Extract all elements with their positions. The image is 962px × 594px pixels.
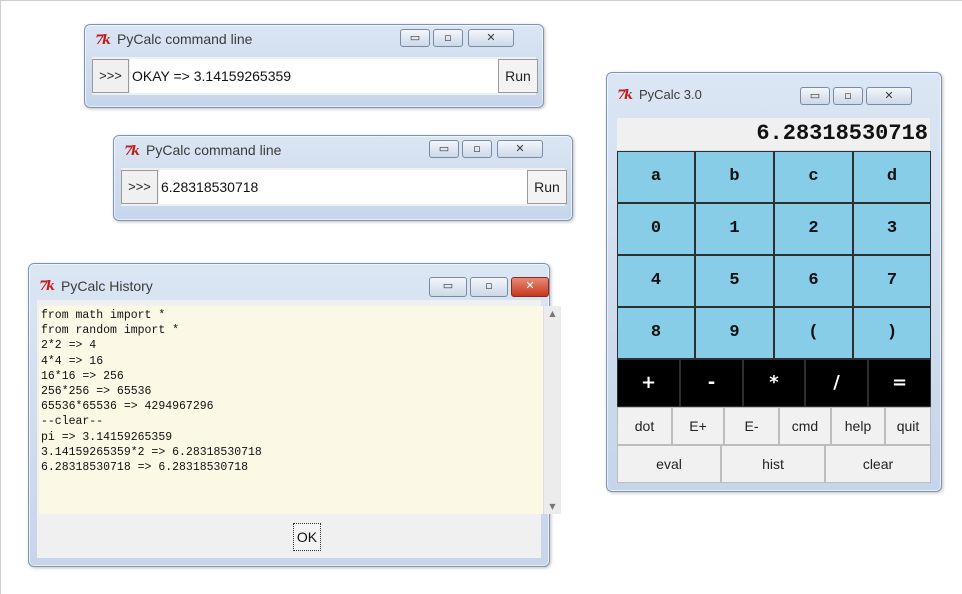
key-dot[interactable]: dot	[617, 407, 672, 445]
history-line: --clear--	[41, 415, 104, 429]
key-eminus[interactable]: E-	[724, 407, 779, 445]
close-button[interactable]: ✕	[511, 277, 549, 297]
key-a[interactable]: a	[617, 151, 695, 203]
calculator-display: 6.28318530718	[617, 118, 930, 150]
scroll-down-icon[interactable]: ▼	[545, 499, 560, 514]
scroll-up-icon[interactable]: ▲	[545, 306, 560, 321]
minimize-button[interactable]: ▭	[800, 87, 830, 105]
key-minus[interactable]: -	[680, 359, 743, 407]
run-button[interactable]: Run	[498, 59, 538, 93]
minimize-button[interactable]: ▭	[429, 140, 459, 158]
titlebar: 7k PyCalc History ▭ ▫ ✕	[29, 264, 549, 297]
key-equals[interactable]: =	[868, 359, 931, 407]
key-1[interactable]: 1	[695, 203, 774, 255]
tk-logo-icon: 7k	[39, 279, 55, 294]
frame-edge-top	[0, 0, 962, 1]
history-window: 7k PyCalc History ▭ ▫ ✕ from math import…	[28, 263, 561, 567]
key-9[interactable]: 9	[695, 307, 774, 359]
command-input[interactable]: 6.28318530718	[159, 170, 527, 204]
prompt-button[interactable]: >>>	[92, 59, 129, 93]
history-line: from random import *	[41, 324, 180, 338]
command-line-body: >>> 6.28318530718 Run	[121, 168, 567, 206]
minimize-button[interactable]: ▭	[400, 29, 430, 47]
close-button[interactable]: ✕	[468, 29, 514, 47]
key-b[interactable]: b	[695, 151, 774, 203]
close-button[interactable]: ✕	[866, 87, 912, 105]
command-line-window-2: 7k PyCalc command line ▭ ▫ ✕ >>> 6.28318…	[113, 135, 573, 221]
history-line: 2*2 => 4	[41, 339, 97, 353]
maximize-button[interactable]: ▫	[470, 277, 508, 297]
key-multiply[interactable]: *	[743, 359, 805, 407]
window-title: PyCalc command line	[117, 31, 253, 47]
history-line: pi => 3.14159265359	[41, 430, 173, 444]
history-line: 6.28318530718 => 6.28318530718	[41, 461, 249, 475]
history-line: 256*256 => 65536	[41, 385, 152, 399]
tk-logo-icon: 7k	[617, 88, 633, 103]
command-input[interactable]: OKAY => 3.14159265359	[130, 59, 498, 93]
key-5[interactable]: 5	[695, 255, 774, 307]
minimize-button[interactable]: ▭	[429, 277, 467, 297]
ok-button[interactable]: OK	[293, 523, 321, 551]
history-line: from math import *	[41, 309, 166, 322]
key-hist[interactable]: hist	[721, 445, 825, 483]
key-plus[interactable]: +	[617, 359, 680, 407]
history-line: 65536*65536 => 4294967296	[41, 400, 214, 414]
titlebar: 7k PyCalc command line ▭ ▫ ✕	[114, 136, 572, 166]
history-line: 4*4 => 16	[41, 354, 104, 368]
key-divide[interactable]: /	[805, 359, 868, 407]
history-body: from math import * from random import * 2*…	[37, 300, 561, 558]
key-2[interactable]: 2	[774, 203, 853, 255]
history-line: 16*16 => 256	[41, 369, 124, 383]
key-0[interactable]: 0	[617, 203, 695, 255]
maximize-button[interactable]: ▫	[833, 87, 863, 105]
window-title: PyCalc History	[61, 278, 153, 294]
window-title: PyCalc 3.0	[639, 87, 702, 102]
key-3[interactable]: 3	[853, 203, 931, 255]
history-text-area[interactable]: from math import * from random import * 2*…	[39, 306, 549, 514]
key-d[interactable]: d	[853, 151, 931, 203]
key-c[interactable]: c	[774, 151, 853, 203]
tk-logo-icon: 7k	[124, 144, 140, 159]
key-clear[interactable]: clear	[825, 445, 931, 483]
command-line-window-1: 7k PyCalc command line ▭ ▫ ✕ >>> OKAY =>…	[84, 24, 544, 108]
frame-edge-left	[0, 0, 1, 594]
close-button[interactable]: ✕	[497, 140, 543, 158]
key-6[interactable]: 6	[774, 255, 853, 307]
maximize-button[interactable]: ▫	[462, 140, 492, 158]
titlebar: 7k PyCalc command line ▭ ▫ ✕	[85, 25, 543, 55]
run-button[interactable]: Run	[527, 170, 567, 204]
maximize-button[interactable]: ▫	[433, 29, 463, 47]
calculator-window: 7k PyCalc 3.0 ▭ ▫ ✕ 6.28318530718 abcd 01…	[606, 72, 942, 492]
key-help[interactable]: help	[831, 407, 885, 445]
tk-logo-icon: 7k	[95, 33, 111, 48]
history-line: 3.14159265359*2 => 6.28318530718	[41, 445, 262, 459]
key-eval[interactable]: eval	[617, 445, 721, 483]
key-cmd[interactable]: cmd	[779, 407, 831, 445]
key-quit[interactable]: quit	[885, 407, 931, 445]
key-paren-close[interactable]: )	[853, 307, 931, 359]
key-4[interactable]: 4	[617, 255, 695, 307]
prompt-button[interactable]: >>>	[121, 170, 158, 204]
vertical-scrollbar[interactable]: ▲ ▼	[543, 306, 561, 514]
window-title: PyCalc command line	[146, 142, 282, 158]
command-line-body: >>> OKAY => 3.14159265359 Run	[92, 57, 538, 95]
key-7[interactable]: 7	[853, 255, 931, 307]
key-8[interactable]: 8	[617, 307, 695, 359]
key-paren-open[interactable]: (	[774, 307, 853, 359]
titlebar: 7k PyCalc 3.0 ▭ ▫ ✕	[607, 73, 941, 105]
key-eplus[interactable]: E+	[672, 407, 724, 445]
